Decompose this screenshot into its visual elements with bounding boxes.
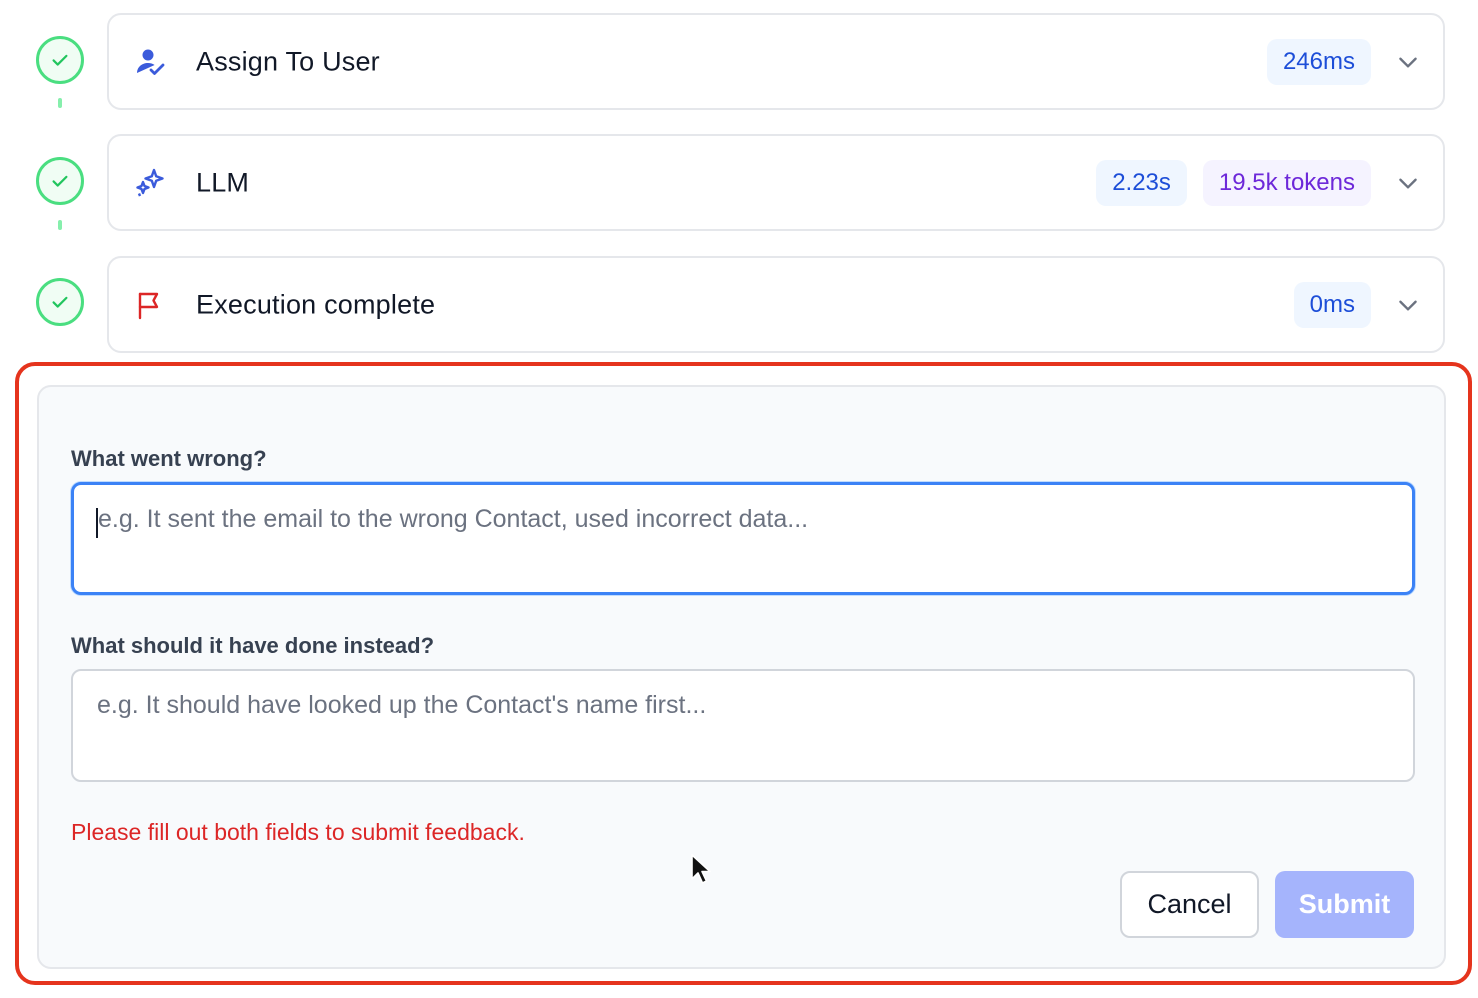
step-title: LLM: [196, 167, 250, 197]
duration-badge: 2.23s: [1096, 159, 1187, 206]
user-check-icon: [133, 45, 167, 79]
step-card-execution-complete[interactable]: Execution complete 0ms: [107, 256, 1445, 353]
step-title: Execution complete: [196, 289, 436, 319]
what-went-wrong-label: What went wrong?: [71, 446, 267, 471]
chevron-down-icon[interactable]: [1395, 292, 1421, 318]
flag-icon: [133, 288, 167, 322]
step-card-llm[interactable]: LLM 2.23s 19.5k tokens: [107, 134, 1445, 231]
submit-button[interactable]: Submit: [1275, 871, 1414, 938]
duration-badge: 0ms: [1293, 281, 1371, 328]
step-card-assign-to-user[interactable]: Assign To User 246ms: [107, 13, 1445, 110]
tokens-badge: 19.5k tokens: [1202, 159, 1371, 206]
validation-error-message: Please fill out both fields to submit fe…: [71, 819, 525, 845]
sparkles-icon: [133, 166, 167, 200]
step-badges: 246ms: [1266, 38, 1371, 85]
step-1-status-check-icon: [36, 36, 84, 84]
feedback-form: What went wrong? What should it have don…: [37, 385, 1446, 969]
what-went-wrong-input[interactable]: [71, 482, 1415, 595]
step-badges: 0ms: [1293, 281, 1371, 328]
duration-badge: 246ms: [1266, 38, 1371, 85]
step-connector: [58, 98, 62, 108]
what-instead-label: What should it have done instead?: [71, 633, 435, 658]
workflow-run-page: Assign To User 246ms LLM 2.23s 19.5k tok…: [0, 0, 1478, 998]
step-badges: 2.23s 19.5k tokens: [1096, 159, 1371, 206]
chevron-down-icon[interactable]: [1395, 49, 1421, 75]
step-title: Assign To User: [196, 46, 380, 76]
what-instead-input[interactable]: [71, 669, 1415, 782]
step-2-status-check-icon: [36, 157, 84, 205]
text-caret: [96, 508, 98, 538]
step-3-status-check-icon: [36, 278, 84, 326]
cancel-button[interactable]: Cancel: [1120, 871, 1259, 938]
mouse-pointer-icon: [691, 854, 711, 884]
chevron-down-icon[interactable]: [1395, 170, 1421, 196]
step-connector: [58, 220, 62, 230]
